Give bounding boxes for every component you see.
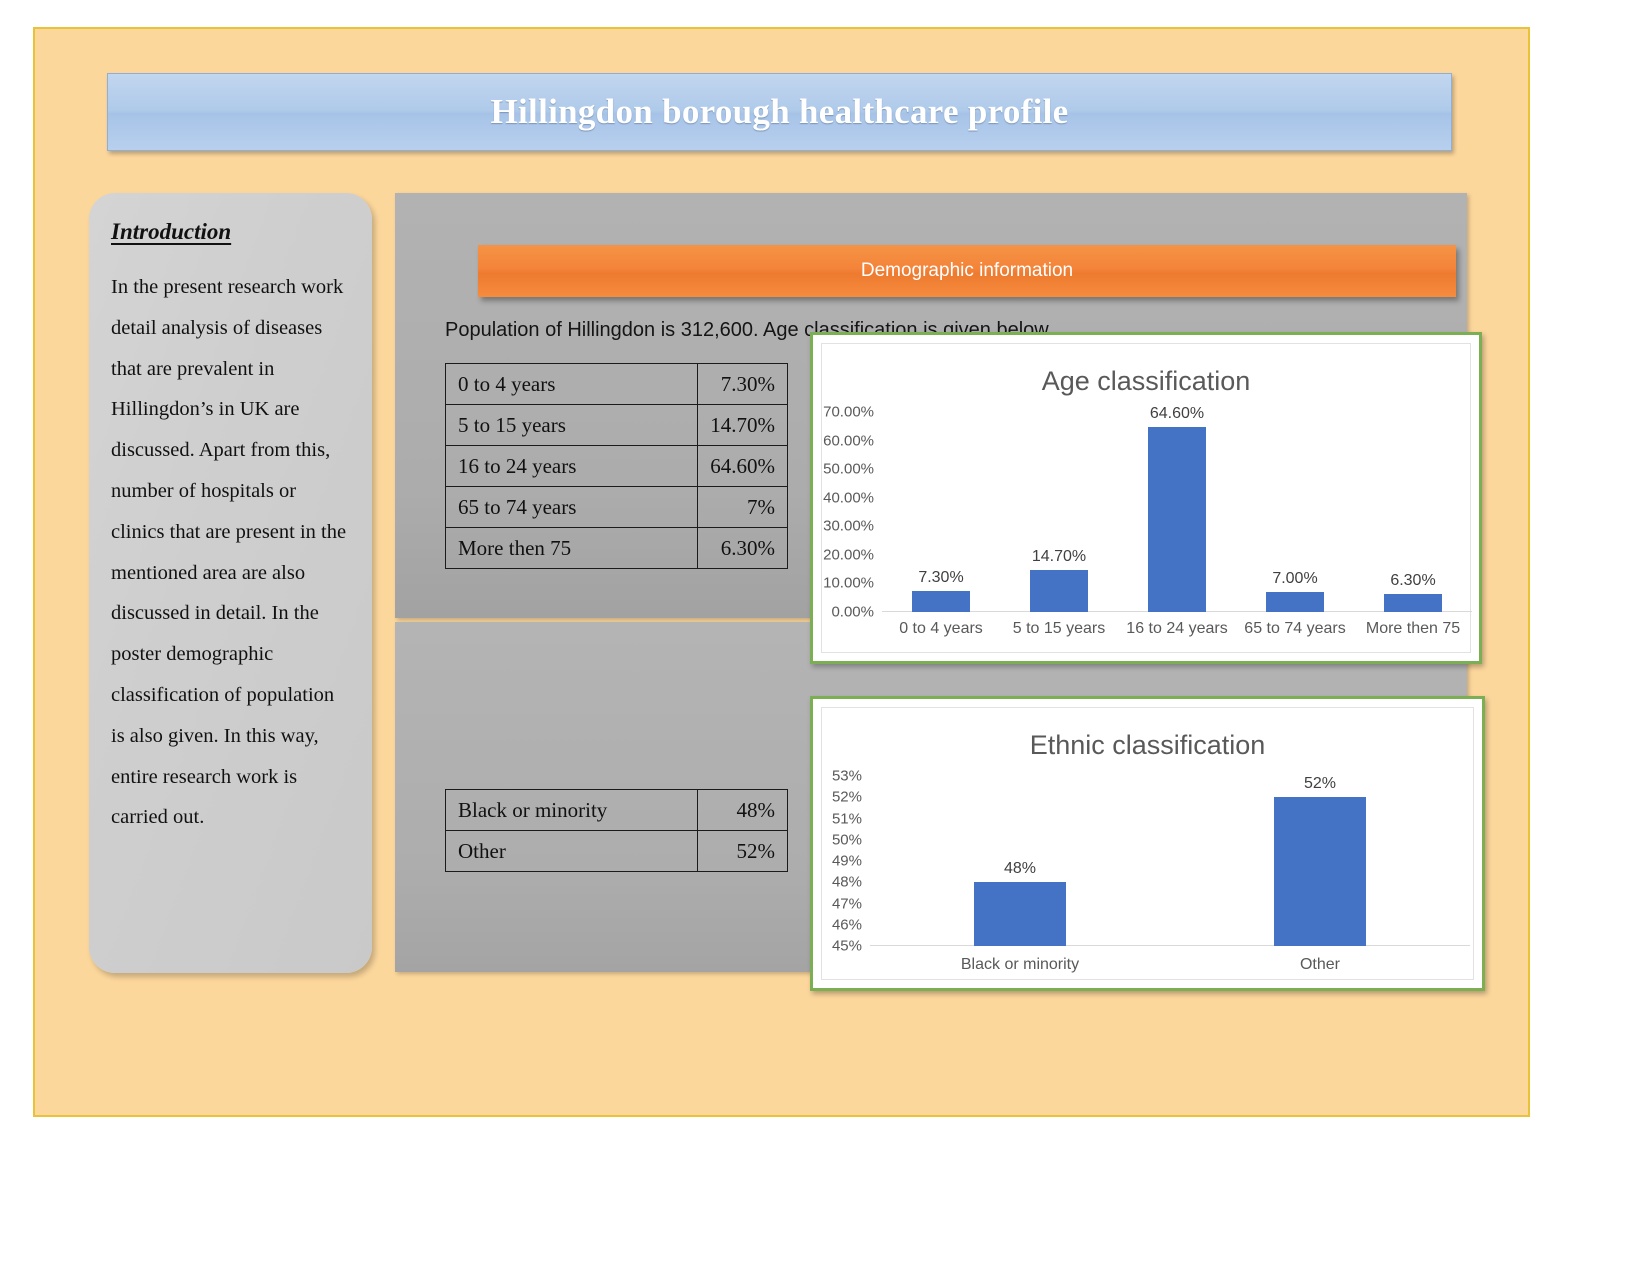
y-axis-tick-label: 51% — [831, 810, 862, 827]
introduction-body: In the present research work detail anal… — [111, 276, 347, 829]
chart-plot-area: 53% 52% 51% 50% 49% 48% 47% 46% 45% 48% Black or … — [832, 768, 1470, 973]
bar — [1030, 570, 1088, 612]
y-axis-tick-label: 53% — [831, 767, 862, 785]
table-row: Other 52% — [445, 830, 788, 872]
y-axis-tick-label: 48% — [831, 873, 862, 891]
bar — [1266, 592, 1324, 612]
table-row: 5 to 15 years 14.70% — [445, 404, 788, 446]
bar — [1148, 427, 1206, 612]
y-axis-tick-label: 52% — [831, 788, 862, 806]
y-axis-tick-label: 10.00% — [823, 574, 874, 592]
y-axis-tick-label: 46% — [831, 916, 862, 934]
bar-series: 48% Black or minority 52% Other — [870, 775, 1470, 973]
demographic-information-banner: Demographic information — [478, 245, 1456, 297]
bar-slot: 6.30% More then 75 — [1354, 412, 1472, 637]
x-axis-category-label: 5 to 15 years — [1012, 620, 1106, 637]
x-axis-category-label: 0 to 4 years — [899, 620, 983, 637]
chart-plot-area: 70.00% 60.00% 50.00% 40.00% 30.00% 20.00% 10.0… — [823, 404, 1472, 637]
ethnic-row-value: 52% — [697, 830, 788, 872]
ethnic-row-value: 48% — [697, 789, 788, 831]
x-axis-category-label: Black or minority — [960, 956, 1080, 973]
age-row-value: 64.60% — [697, 445, 788, 487]
table-row: More then 75 6.30% — [445, 527, 788, 569]
y-axis-tick-label: 60.00% — [823, 432, 874, 450]
age-classification-chart: Age classification 70.00% 60.00% 50.00% 40.… — [810, 332, 1482, 664]
x-axis-category-label: 16 to 24 years — [1126, 620, 1228, 637]
demographic-banner-label: Demographic information — [860, 260, 1074, 281]
bar-value-label: 52% — [1303, 775, 1337, 793]
age-row-value: 7% — [697, 486, 788, 528]
y-axis-tick-label: 30.00% — [823, 517, 874, 535]
bar-slot: 48% Black or minority — [870, 776, 1170, 973]
ethnic-classification-chart: Ethnic classification 53% 52% 51% 50% 49% 48%… — [810, 696, 1485, 991]
y-axis-tick-label: 40.00% — [823, 489, 874, 507]
x-axis-category-label: 65 to 74 years — [1244, 620, 1346, 637]
bar-series: 7.30% 0 to 4 years 14.70% 5 to 15 years 64.6… — [882, 405, 1472, 637]
ethnic-row-label: Other — [445, 830, 698, 872]
y-axis-tick-label: 47% — [831, 895, 862, 912]
y-axis-tick-label: 45% — [831, 937, 862, 955]
introduction-heading: Introduction — [111, 219, 232, 244]
y-axis-tick-label: 50% — [831, 831, 862, 849]
age-row-label: 5 to 15 years — [445, 404, 698, 446]
chart-canvas: Ethnic classification 53% 52% 51% 50% 49% 48%… — [821, 707, 1474, 980]
bar-value-label: 64.60% — [1149, 405, 1205, 423]
bar-value-label: 7.30% — [918, 569, 964, 587]
bar-value-label: 48% — [1003, 860, 1037, 878]
y-axis-tick-label: 0.00% — [831, 603, 874, 621]
chart-canvas: Age classification 70.00% 60.00% 50.00% 40.… — [821, 343, 1472, 653]
y-axis-tick-label: 49% — [831, 852, 862, 870]
bar — [974, 882, 1066, 946]
age-classification-table: 0 to 4 years 7.30% 5 to 15 years 14.70% … — [445, 363, 788, 569]
chart-title: Age classification — [1041, 366, 1251, 396]
y-axis-tick-label: 20.00% — [823, 546, 874, 564]
age-row-value: 7.30% — [697, 363, 788, 405]
poster-title-banner: Hillingdon borough healthcare profile — [107, 73, 1452, 151]
y-axis-tick-label: 50.00% — [823, 460, 874, 478]
bar-value-label: 6.30% — [1390, 572, 1436, 589]
x-axis-category-label: Other — [1299, 956, 1340, 973]
bar-slot: 7.00% 65 to 74 years — [1236, 412, 1354, 637]
age-row-value: 14.70% — [697, 404, 788, 446]
age-row-label: 16 to 24 years — [445, 445, 698, 487]
bar-slot: 7.30% 0 to 4 years — [882, 412, 1000, 637]
bar-slot: 64.60% 16 to 24 years — [1118, 405, 1236, 637]
page-title: Hillingdon borough healthcare profile — [490, 92, 1069, 131]
table-row: 16 to 24 years 64.60% — [445, 445, 788, 487]
bar-slot: 52% Other — [1170, 775, 1470, 973]
table-row: Black or minority 48% — [445, 789, 788, 831]
x-axis-category-label: More then 75 — [1365, 620, 1461, 637]
bar-value-label: 14.70% — [1031, 548, 1087, 565]
bar-slot: 14.70% 5 to 15 years — [1000, 412, 1118, 637]
y-axis-tick-label: 70.00% — [823, 403, 874, 421]
bar — [1274, 797, 1366, 946]
introduction-card: Introduction In the present research wor… — [89, 193, 372, 973]
age-row-label: 0 to 4 years — [445, 363, 698, 405]
chart-title: Ethnic classification — [1029, 730, 1266, 760]
age-row-label: More then 75 — [445, 527, 698, 569]
ethnic-classification-table: Black or minority 48% Other 52% — [445, 789, 788, 872]
age-row-label: 65 to 74 years — [445, 486, 698, 528]
table-row: 65 to 74 years 7% — [445, 486, 788, 528]
poster-slide: Hillingdon borough healthcare profile In… — [33, 27, 1530, 1117]
ethnic-row-label: Black or minority — [445, 789, 698, 831]
bar — [1384, 594, 1442, 612]
bar-value-label: 7.00% — [1272, 570, 1318, 587]
bar — [912, 591, 970, 612]
age-row-value: 6.30% — [697, 527, 788, 569]
table-row: 0 to 4 years 7.30% — [445, 363, 788, 405]
